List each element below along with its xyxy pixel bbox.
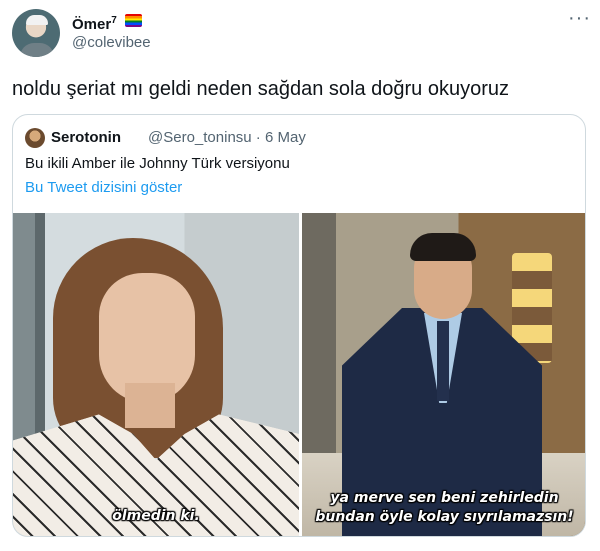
rainbow-flag-icon: [125, 14, 142, 27]
author-name-text: Ömer: [72, 16, 112, 33]
quoted-tweet-text: Bu ikili Amber ile Johnny Türk versiyonu: [25, 155, 290, 172]
avatar-cap: [26, 15, 48, 25]
more-options-icon[interactable]: ···: [568, 8, 590, 30]
quoted-tweet-date[interactable]: 6 May: [265, 129, 306, 146]
media-image-right[interactable]: ya merve sen beni zehirledin bundan öyle…: [302, 213, 585, 536]
subtitle-right-line-1: ya merve sen beni zehirledin: [330, 490, 559, 506]
author-display-name[interactable]: Ömer7: [72, 12, 117, 34]
author-handle[interactable]: @colevibee: [72, 34, 151, 52]
quoted-author-name[interactable]: Serotonin: [51, 129, 121, 147]
woman-neck: [125, 383, 175, 428]
media-image-left[interactable]: ölmedin ki.: [13, 213, 299, 536]
avatar-shirt: [20, 43, 54, 57]
subtitle-left: ölmedin ki.: [112, 508, 200, 524]
subtitle-right-line-2: bundan öyle kolay sıyrılamazsın!: [315, 509, 574, 525]
man-hair: [410, 233, 476, 261]
tweet-text: noldu şeriat mı geldi neden sağdan sola …: [12, 78, 509, 100]
quoted-tweet-card[interactable]: Serotonin @Sero_toninsu · 6 May Bu ikili…: [12, 114, 586, 537]
man-tie: [437, 321, 449, 401]
author-avatar[interactable]: [12, 9, 60, 57]
quoted-tweet-meta: @Sero_toninsu · 6 May: [148, 129, 306, 147]
quoted-author-avatar[interactable]: [25, 128, 45, 148]
meta-separator: ·: [255, 129, 261, 146]
show-thread-link[interactable]: Bu Tweet dizisini göster: [25, 179, 182, 197]
quoted-author-handle[interactable]: @Sero_toninsu: [148, 129, 252, 146]
author-name-sup: 7: [111, 15, 117, 26]
